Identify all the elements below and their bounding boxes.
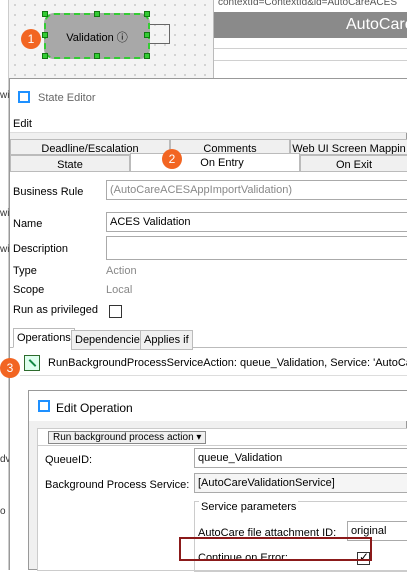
resize-handle[interactable] <box>42 32 48 38</box>
action-type-value: Run background process action <box>53 432 194 443</box>
context-text: contextId=ContextId&id=AutoCareACES <box>218 0 397 8</box>
window-icon <box>18 91 30 103</box>
business-rule-field[interactable]: (AutoCareACESAppImportValidation) <box>106 180 407 200</box>
window-title: State Editor <box>38 92 96 104</box>
resize-handle[interactable] <box>94 53 100 59</box>
transition-arrow <box>150 24 170 44</box>
service-parameters-label: Service parameters <box>199 501 299 513</box>
resize-handle[interactable] <box>144 32 150 38</box>
bps-label: Background Process Service: <box>45 479 190 491</box>
workflow-node-validation[interactable]: Validation ⓘ <box>42 11 150 59</box>
business-rule-label: Business Rule <box>13 186 84 198</box>
name-field[interactable]: ACES Validation <box>106 212 407 232</box>
scope-label: Scope <box>13 284 45 296</box>
chevron-down-icon: ▾ <box>196 432 202 443</box>
tab-on-exit[interactable]: On Exit <box>300 155 407 172</box>
scope-value: Local <box>106 284 133 296</box>
menu-edit[interactable]: Edit <box>13 118 32 130</box>
subtab-dependencies[interactable]: Dependencies <box>71 330 150 350</box>
run-privileged-label: Run as privileged <box>13 304 98 316</box>
type-value: Action <box>106 265 137 277</box>
left-panel: wi wi wi dv o <box>0 0 11 570</box>
continue-on-error-highlight <box>179 537 372 561</box>
edit-operation-titlebar[interactable]: Edit Operation <box>29 391 407 421</box>
operation-row[interactable]: RunBackgroundProcessServiceAction: queue… <box>20 350 407 376</box>
description-field[interactable] <box>106 236 407 260</box>
tab-on-entry[interactable]: On Entry <box>130 153 300 172</box>
subtab-applies-if[interactable]: Applies if <box>140 330 193 350</box>
step-badge-2: 2 <box>162 149 182 169</box>
resize-handle[interactable] <box>42 53 48 59</box>
left-fragment: o <box>0 506 6 517</box>
run-privileged-checkbox[interactable] <box>109 305 122 318</box>
tab-web-ui-screen-mapping[interactable]: Web UI Screen Mappin <box>290 139 407 155</box>
node-label: Validation ⓘ <box>66 32 128 44</box>
window-icon <box>38 400 50 412</box>
queue-id-label: QueueID: <box>45 454 93 466</box>
resize-handle[interactable] <box>42 11 48 17</box>
operation-text: RunBackgroundProcessServiceAction: queue… <box>48 357 407 369</box>
step-badge-3: 3 <box>0 358 20 378</box>
action-type-dropdown[interactable]: Run background process action ▾ <box>48 431 207 444</box>
run-operation-icon[interactable] <box>24 355 40 371</box>
tab-state[interactable]: State <box>10 155 130 172</box>
description-label: Description <box>13 243 69 255</box>
name-label: Name <box>13 218 43 230</box>
window-title: Edit Operation <box>56 401 133 415</box>
subtab-operations[interactable]: Operations <box>13 328 75 348</box>
step-badge-1: 1 <box>21 29 41 49</box>
queue-id-field[interactable]: queue_Validation <box>194 448 407 468</box>
bps-field[interactable]: [AutoCareValidationService] <box>194 473 407 493</box>
background-editor-pane: contextId=ContextId&id=AutoCareACES Auto… <box>213 0 407 78</box>
menu-bar: Edit <box>10 111 407 133</box>
resize-handle[interactable] <box>94 11 100 17</box>
autocare-header: AutoCare <box>214 12 407 38</box>
type-label: Type <box>13 265 37 277</box>
resize-handle[interactable] <box>144 11 150 17</box>
state-editor-titlebar[interactable]: State Editor <box>10 79 407 111</box>
resize-handle[interactable] <box>144 53 150 59</box>
